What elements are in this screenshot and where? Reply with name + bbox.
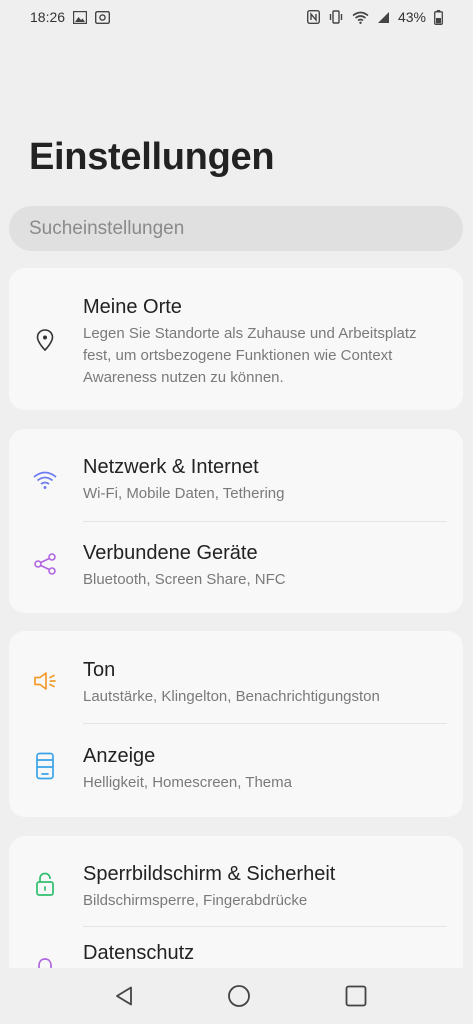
vibrate-icon (328, 10, 344, 24)
settings-item-subtitle: Wi-Fi, Mobile Daten, Tethering (83, 485, 285, 502)
settings-item-privacy[interactable]: Datenschutz (9, 927, 463, 968)
gallery-icon (73, 10, 88, 24)
signal-icon (377, 11, 390, 24)
settings-item-connected-devices[interactable]: Verbundene Geräte Bluetooth, Screen Shar… (9, 522, 463, 613)
search-bar[interactable]: Sucheinstellungen (9, 206, 463, 251)
settings-item-my-places[interactable]: Meine Orte Legen Sie Standorte als Zuhau… (9, 268, 463, 410)
settings-item-title: Verbundene Geräte (83, 542, 258, 564)
settings-item-network-internet[interactable]: Netzwerk & Internet Wi-Fi, Mobile Daten,… (9, 429, 463, 521)
settings-item-title: Anzeige (83, 745, 156, 767)
card-sound-display: Ton Lautstärke, Klingelton, Benachrichti… (9, 631, 463, 817)
settings-item-subtitle: Helligkeit, Homescreen, Thema (83, 774, 292, 791)
status-bar-right: 43% (306, 9, 443, 25)
settings-item-display[interactable]: Anzeige Helligkeit, Homescreen, Thema (9, 724, 463, 817)
settings-item-title: Meine Orte (83, 296, 182, 318)
settings-item-lockscreen-security[interactable]: Sperrbildschirm & Sicherheit Bildschirms… (9, 836, 463, 926)
screenshot-icon (95, 10, 111, 24)
settings-item-title: Datenschutz (83, 942, 195, 964)
status-bar-left: 18:26 (30, 9, 111, 25)
settings-item-title: Sperrbildschirm & Sicherheit (83, 863, 336, 885)
settings-item-title: Ton (83, 659, 116, 681)
recents-icon[interactable] (342, 982, 370, 1010)
location-pin-icon (31, 326, 59, 354)
display-icon (31, 752, 59, 780)
wifi-icon (352, 11, 369, 24)
settings-item-subtitle: Bildschirmsperre, Fingerabdrücke (83, 892, 308, 909)
card-my-places: Meine Orte Legen Sie Standorte als Zuhau… (9, 268, 463, 410)
share-icon (31, 550, 59, 578)
nfc-icon (306, 10, 320, 24)
status-time: 18:26 (30, 9, 66, 25)
settings-item-sound[interactable]: Ton Lautstärke, Klingelton, Benachrichti… (9, 631, 463, 723)
back-icon[interactable] (110, 982, 138, 1010)
navigation-bar (0, 968, 473, 1024)
card-connectivity: Netzwerk & Internet Wi-Fi, Mobile Daten,… (9, 429, 463, 613)
status-bar: 18:26 43% (0, 0, 473, 34)
card-security-privacy: Sperrbildschirm & Sicherheit Bildschirms… (9, 836, 463, 968)
speaker-icon (31, 667, 59, 695)
settings-item-subtitle: Legen Sie Standorte als Zuhause und Arbe… (83, 325, 417, 386)
settings-item-title: Netzwerk & Internet (83, 456, 259, 478)
home-icon[interactable] (225, 982, 253, 1010)
privacy-icon (31, 955, 59, 968)
lock-icon (31, 870, 59, 898)
settings-item-subtitle: Bluetooth, Screen Share, NFC (83, 571, 286, 588)
battery-icon (434, 9, 443, 25)
page-title: Einstellungen (29, 136, 275, 178)
wifi-icon (31, 466, 59, 494)
search-placeholder: Sucheinstellungen (29, 217, 185, 239)
settings-item-subtitle: Lautstärke, Klingelton, Benachrichtigung… (83, 688, 380, 705)
battery-percentage: 43% (397, 9, 426, 25)
